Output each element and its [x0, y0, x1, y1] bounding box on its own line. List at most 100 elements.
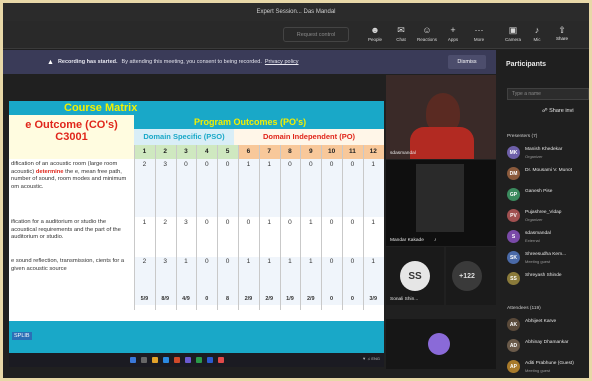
participant-name: Dr. Mousami V. Munot [525, 168, 573, 173]
overflow-count: +122 [452, 261, 482, 291]
presenters-header[interactable]: Presenters (7) [507, 134, 537, 139]
apps-button[interactable]: + Apps [440, 25, 466, 47]
participant-search-input[interactable]: Type a name [507, 88, 589, 100]
participant-row[interactable]: SS Shreyash Shinde [507, 270, 589, 288]
video-name: sdasmandal [390, 151, 416, 156]
video-tile-sonali[interactable]: SS Sonali Shin... [386, 247, 444, 305]
co-row-keyword: determine [35, 168, 64, 175]
participants-panel: Participants Type a name ☍ Share invi Pr… [500, 50, 589, 378]
co-header: e Outcome (CO's) C3001 [9, 115, 134, 159]
avatar: SK [507, 251, 520, 264]
matrix-cell: 0 [350, 161, 355, 168]
request-control-button[interactable]: Request control [283, 27, 349, 42]
self-avatar [428, 333, 450, 355]
matrix-cell: 0 [350, 219, 355, 226]
share-invite-label: Share invi [549, 108, 574, 114]
share-invite-button[interactable]: ☍ Share invi [542, 108, 574, 114]
grid-line [279, 145, 281, 310]
matrix-cell: 0 [225, 258, 230, 265]
column-header: 6 [238, 145, 259, 159]
matrix-cell: 0 [329, 161, 334, 168]
participant-name: Shreyash Shinde [525, 273, 562, 278]
attendees-header[interactable]: Attendees (119) [507, 306, 541, 311]
matrix-cell: 3 [163, 161, 167, 168]
participant-row[interactable]: MK Manish Khedekar Organizer [507, 144, 589, 162]
meeting-window: Expert Session... Das Mandal Request con… [0, 0, 592, 381]
self-view-tile [386, 319, 496, 369]
participant-row[interactable]: AP Aditi Prabhune (Guest) Meeting guest [507, 358, 589, 376]
matrix-total: 1/9 [286, 296, 294, 302]
matrix-cell: 1 [371, 161, 375, 168]
dismiss-button[interactable]: Dismiss [448, 55, 486, 69]
privacy-policy-link[interactable]: Privacy policy [265, 59, 299, 65]
matrix-cell: 1 [267, 258, 271, 265]
matrix-cell: 0 [329, 258, 334, 265]
grid-line [217, 145, 219, 310]
matrix-cell: 0 [204, 219, 209, 226]
people-icon: ☻ [370, 25, 380, 35]
column-header: 8 [279, 145, 301, 159]
participant-row[interactable]: GP Ganesh Pise [507, 186, 589, 204]
people-button[interactable]: ☻ People [362, 25, 388, 47]
chat-button[interactable]: ✉ Chat [388, 25, 414, 47]
participant-name: Shreesudha Kem... [525, 252, 567, 257]
reactions-icon: ☺ [422, 25, 432, 35]
participant-row[interactable]: Ssdasmandal External [507, 228, 589, 246]
warning-icon: ▲ [47, 58, 54, 66]
video-tile-sdasmandal[interactable]: sdasmandal [386, 75, 496, 159]
matrix-total: 8/9 [161, 296, 170, 302]
matrix-cell: 0 [204, 258, 209, 265]
avatar: SS [400, 261, 430, 291]
participant-row[interactable]: DM Dr. Mousami V. Munot [507, 165, 589, 183]
system-tray: ▼ ♫ ENG [362, 356, 380, 361]
powerpoint-icon [174, 357, 180, 363]
matrix-cell: 2 [142, 258, 147, 265]
more-button[interactable]: ⋯ More [466, 25, 492, 47]
co-row-text: ification for a auditorium or studio the… [11, 219, 121, 240]
camera-button[interactable]: ▣ Camera [500, 25, 526, 47]
column-header: 2 [154, 145, 176, 159]
video-tile-mandar[interactable]: Mandar Kakade ♪ [386, 160, 496, 246]
matrix-cell: 1 [246, 258, 251, 265]
reactions-button[interactable]: ☺ Reactions [414, 25, 440, 47]
teams-icon [185, 357, 191, 363]
shared-screen: Course Matrix e Outcome (CO's) C3001 Pro… [9, 101, 384, 353]
more-participants-tile[interactable]: +122 [446, 247, 496, 305]
matrix-cell: 0 [184, 161, 188, 168]
matrix-cell: 0 [308, 161, 313, 168]
co-row-1-text: dification of an acoustic room (large ro… [11, 161, 133, 191]
share-button[interactable]: ⇧ Share [550, 25, 574, 47]
column-header: 3 [175, 145, 197, 159]
avatar: GP [507, 188, 520, 201]
column-header: 1 [134, 145, 155, 159]
video-name: Sonali Shin... [390, 297, 419, 302]
matrix-total: 2/9 [244, 296, 253, 302]
grid-line [134, 145, 135, 310]
title-bar: Expert Session... Das Mandal [3, 3, 589, 21]
matrix-total: 3/9 [369, 296, 378, 302]
matrix-cell: 0 [350, 258, 355, 265]
grid-line [258, 145, 260, 310]
matrix-total: 2/9 [265, 296, 274, 302]
matrix-total: 4/9 [182, 296, 190, 302]
window-title: Expert Session... Das Mandal [256, 9, 336, 15]
column-header: 4 [196, 145, 218, 159]
participant-name: Aditi Prabhune (Guest) [525, 361, 574, 366]
participant-role: Organizer [525, 154, 543, 159]
participant-row[interactable]: AD Abhinay Dhamankar [507, 337, 589, 355]
grid-line [238, 145, 239, 310]
participant-row[interactable]: PV Pujashree_Vidap Organizer [507, 207, 589, 225]
po-header: Program Outcomes (PO's) [194, 117, 307, 127]
participant-row[interactable]: AK Abhijeet Karve [507, 316, 589, 334]
apps-icon: + [450, 25, 456, 35]
grid-line [196, 145, 198, 310]
search-icon [141, 357, 147, 363]
avatar: AP [507, 360, 520, 373]
chrome-icon [218, 357, 224, 363]
mic-button[interactable]: ♪ Mic [524, 25, 550, 47]
presenter-taskbar: ▼ ♫ ENG [9, 353, 384, 367]
co-row-2-text: ification for a auditorium or studio the… [11, 219, 133, 242]
participant-role: External [525, 238, 540, 243]
matrix-cell: 1 [308, 258, 313, 265]
participant-row[interactable]: SK Shreesudha Kem... Meeting guest [507, 249, 589, 267]
